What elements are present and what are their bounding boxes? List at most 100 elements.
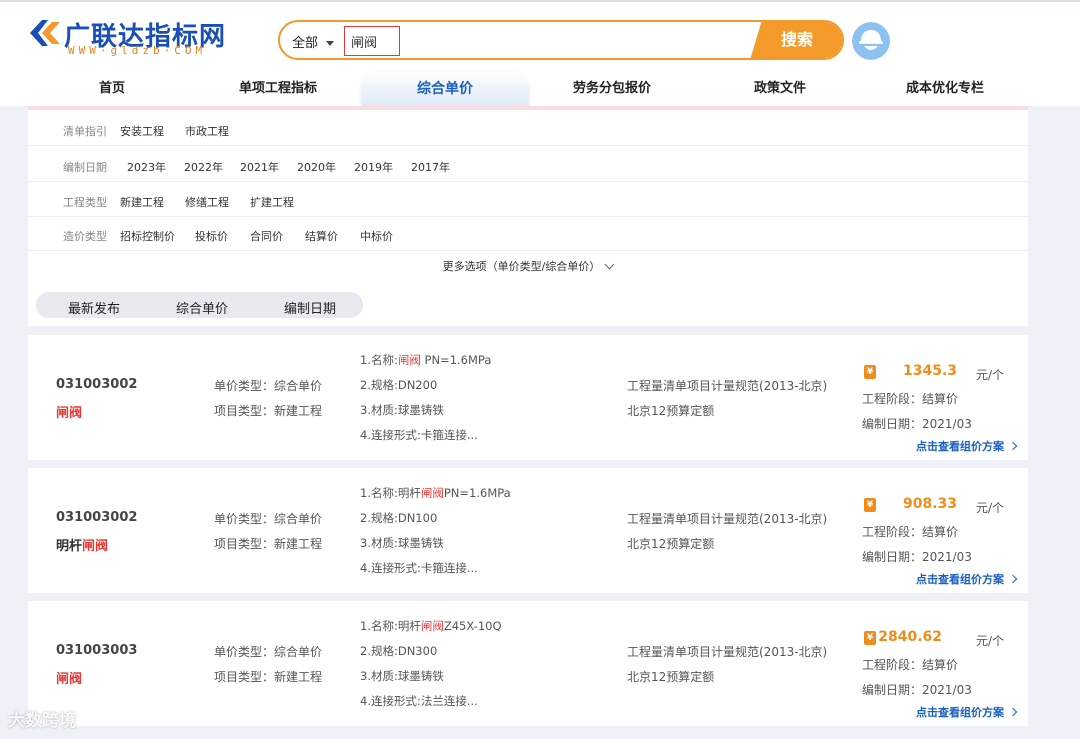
yuan-icon: ¥: [864, 631, 876, 645]
spec-name-prefix: 1.名称:明杆: [360, 619, 421, 633]
project-stage: 工程阶段：结算价: [862, 658, 959, 672]
spec-name-prefix: 1.名称:明杆: [360, 486, 421, 500]
search-button[interactable]: 搜索: [750, 22, 842, 58]
logo-mark-icon: [30, 20, 60, 46]
compile-date: 编制日期：2021/03: [862, 683, 972, 697]
watermark: 大数跨境: [8, 711, 76, 731]
view-pricing-plan-link[interactable]: 点击查看组价方案: [916, 571, 1018, 587]
filter-option[interactable]: 合同价: [250, 228, 283, 244]
view-pricing-plan-label: 点击查看组价方案: [916, 573, 1004, 586]
filter-option[interactable]: 招标控制价: [120, 228, 175, 244]
sort-tabs: 最新发布 综合单价 编制日期: [36, 292, 363, 318]
spec-name-highlight: 闸阀: [420, 486, 444, 500]
user-avatar-icon[interactable]: [852, 22, 890, 60]
logo-url: WWW·gldzb·COM: [68, 44, 207, 57]
filter-option[interactable]: 安装工程: [120, 123, 164, 139]
yuan-icon: ¥: [864, 365, 876, 379]
filter-option[interactable]: 2017年: [411, 159, 450, 175]
filter-option[interactable]: 2020年: [297, 159, 336, 175]
project-type: 项目类型：新建工程: [214, 537, 323, 551]
item-code: 031003002: [56, 510, 138, 525]
result-card[interactable]: 031003003 闸阀 单价类型：综合单价 项目类型：新建工程 1.名称:明杆…: [28, 601, 1028, 726]
nav-labor-subcontract-quote[interactable]: 劳务分包报价: [556, 72, 668, 106]
main-nav: 首页 单项工程指标 综合单价 劳务分包报价 政策文件 成本优化专栏: [0, 72, 1080, 106]
spec-connection: 4.连接形式:卡箍连接...: [360, 561, 478, 575]
filter-label: 编制日期: [63, 161, 107, 174]
spec-size: 2.规格:DN100: [360, 511, 438, 525]
filter-option[interactable]: 中标价: [360, 228, 393, 244]
sort-latest[interactable]: 最新发布: [68, 298, 120, 317]
item-code: 031003003: [56, 643, 138, 658]
filter-option[interactable]: 2022年: [184, 159, 223, 175]
standard-quota: 北京12预算定额: [627, 537, 715, 551]
filter-panel: 清单指引 安装工程 市政工程 编制日期 2023年 2022年 2021年 20…: [28, 110, 1028, 284]
unit-price: 2840.62: [878, 629, 942, 645]
filter-option[interactable]: 2023年: [127, 159, 166, 175]
search-bar: 全部 搜索: [278, 20, 844, 60]
result-card[interactable]: 031003002 明杆闸阀 单价类型：综合单价 项目类型：新建工程 1.名称:…: [28, 468, 1028, 593]
spec-name: 1.名称:明杆闸阀PN=1.6MPa: [360, 485, 511, 501]
filter-label: 工程类型: [63, 196, 107, 209]
chevron-right-icon: [1008, 707, 1018, 717]
result-card[interactable]: 031003002 闸阀 单价类型：综合单价 项目类型：新建工程 1.名称:闸阀…: [28, 335, 1028, 460]
price-type: 单价类型：综合单价: [214, 379, 323, 393]
compile-date: 编制日期：2021/03: [862, 550, 972, 564]
item-name-highlight: 闸阀: [56, 672, 83, 687]
project-type: 项目类型：新建工程: [214, 404, 323, 418]
filter-option[interactable]: 扩建工程: [250, 194, 294, 210]
filter-option[interactable]: 投标价: [195, 228, 228, 244]
item-name: 明杆闸阀: [56, 535, 108, 554]
view-pricing-plan-link[interactable]: 点击查看组价方案: [916, 704, 1018, 720]
project-stage: 工程阶段：结算价: [862, 525, 959, 539]
site-logo[interactable]: 广联达指标网 WWW·gldzb·COM: [28, 16, 238, 62]
standard-spec: 工程量清单项目计量规范(2013-北京): [627, 645, 828, 659]
filter-option[interactable]: 2019年: [354, 159, 393, 175]
more-options-label: 更多选项（单价类型/综合单价）: [442, 260, 601, 273]
standard-spec: 工程量清单项目计量规范(2013-北京): [627, 512, 828, 526]
project-type: 项目类型：新建工程: [214, 670, 323, 684]
nav-single-project-index[interactable]: 单项工程指标: [218, 72, 338, 106]
spec-connection: 4.连接形式:卡箍连接...: [360, 428, 478, 442]
chevron-right-icon: [1008, 441, 1018, 451]
price-type: 单价类型：综合单价: [214, 645, 323, 659]
standard-spec: 工程量清单项目计量规范(2013-北京): [627, 379, 828, 393]
filter-row-project-type: 工程类型 新建工程 修缮工程 扩建工程: [28, 183, 1028, 217]
filter-option[interactable]: 2021年: [240, 159, 279, 175]
filter-option[interactable]: 市政工程: [185, 123, 229, 139]
filter-option[interactable]: 新建工程: [120, 194, 164, 210]
view-pricing-plan-label: 点击查看组价方案: [916, 440, 1004, 453]
nav-policy-documents[interactable]: 政策文件: [730, 72, 830, 106]
nav-cost-optimization[interactable]: 成本优化专栏: [890, 72, 1000, 106]
standard-quota: 北京12预算定额: [627, 670, 715, 684]
unit-price: 908.33: [902, 496, 957, 512]
caret-down-icon: [326, 41, 335, 46]
nav-home[interactable]: 首页: [62, 72, 162, 106]
spec-name-suffix: Z45X-10Q: [443, 619, 502, 633]
filter-row-cost-type: 造价类型 招标控制价 投标价 合同价 结算价 中标价: [28, 217, 1028, 251]
filter-option[interactable]: 结算价: [305, 228, 338, 244]
sort-composite-price[interactable]: 综合单价: [176, 298, 228, 317]
top-header: 广联达指标网 WWW·gldzb·COM 全部 搜索: [0, 0, 1080, 72]
item-name: 闸阀: [56, 668, 82, 687]
item-name: 闸阀: [56, 402, 82, 421]
nav-composite-unit-price[interactable]: 综合单价: [362, 72, 528, 106]
spec-name-prefix: 1.名称:: [360, 353, 398, 367]
price-type: 单价类型：综合单价: [214, 512, 323, 526]
unit-price: 1345.3: [902, 363, 957, 379]
view-pricing-plan-label: 点击查看组价方案: [916, 706, 1004, 719]
sort-compile-date[interactable]: 编制日期: [284, 298, 336, 317]
standard-quota: 北京12预算定额: [627, 404, 715, 418]
filter-row-date: 编制日期 2023年 2022年 2021年 2020年 2019年 2017年: [28, 148, 1028, 182]
compile-date: 编制日期：2021/03: [862, 417, 972, 431]
view-pricing-plan-link[interactable]: 点击查看组价方案: [916, 438, 1018, 454]
project-stage: 工程阶段：结算价: [862, 392, 959, 406]
more-options-toggle[interactable]: 更多选项（单价类型/综合单价）: [28, 258, 1028, 274]
search-category-select[interactable]: 全部: [292, 32, 335, 51]
filter-label: 清单指引: [63, 125, 107, 138]
chevron-right-icon: [1008, 574, 1018, 584]
filter-option[interactable]: 修缮工程: [185, 194, 229, 210]
search-input[interactable]: [344, 26, 400, 56]
spec-material: 3.材质:球墨铸铁: [360, 536, 444, 550]
search-category-label: 全部: [292, 36, 319, 51]
chevron-down-icon: [604, 259, 615, 270]
